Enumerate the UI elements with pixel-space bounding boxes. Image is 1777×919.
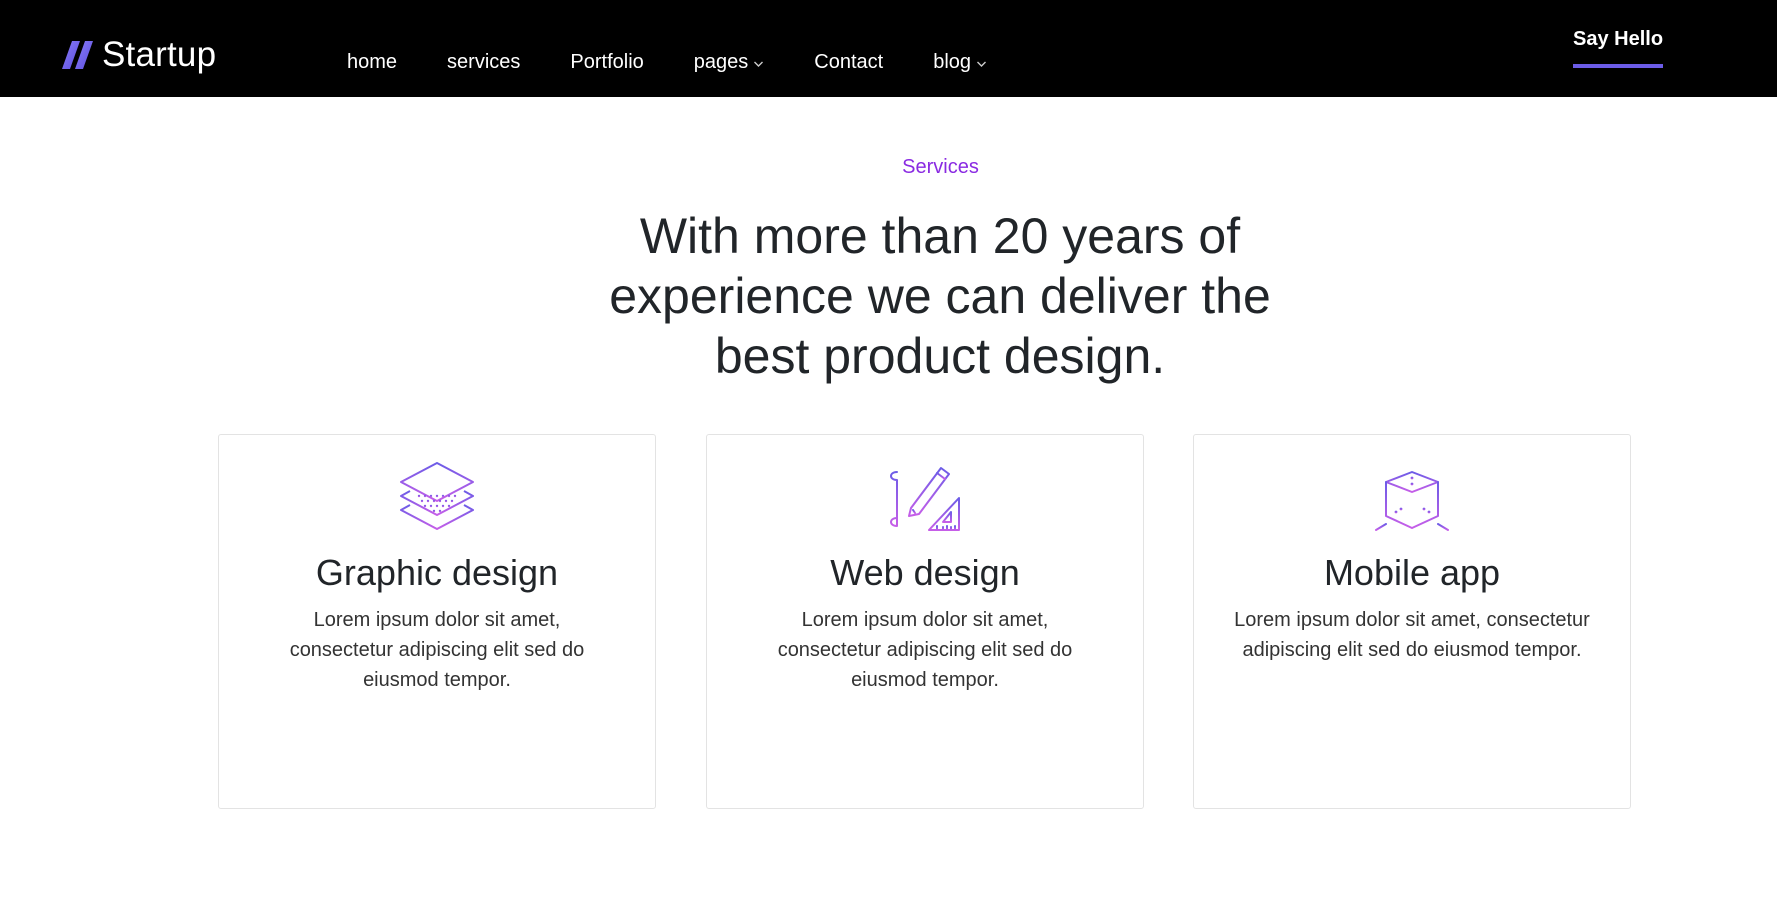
logo-text: Startup: [102, 35, 217, 74]
nav-item-blog[interactable]: blog: [933, 49, 987, 75]
site-logo[interactable]: Startup: [60, 35, 217, 74]
say-hello-button[interactable]: Say Hello: [1573, 26, 1664, 68]
section-eyebrow: Services: [902, 156, 979, 178]
nav-item-services[interactable]: services: [447, 49, 520, 75]
service-card-graphic-design: Graphic design Lorem ipsum dolor sit ame…: [218, 434, 656, 809]
nav-item-label: blog: [933, 51, 972, 73]
nav-item-label: services: [447, 51, 521, 73]
nav-item-label: pages: [693, 51, 749, 73]
section-title: With more than 20 years of experience we…: [609, 208, 1271, 384]
chevron-down-icon: [977, 61, 987, 67]
card-title: Web design: [830, 552, 1020, 593]
nav-item-pages[interactable]: pages: [694, 49, 765, 75]
main-nav: home services Portfolio pages Contact bl…: [347, 49, 987, 75]
nav-item-label: Portfolio: [570, 51, 644, 73]
card-text: Lorem ipsum dolor sit amet, consectetur …: [289, 609, 585, 691]
nav-item-portfolio[interactable]: Portfolio: [570, 49, 643, 75]
logo-icon: [62, 41, 93, 69]
nav-item-contact[interactable]: Contact: [814, 49, 883, 75]
nav-item-label: home: [347, 51, 398, 73]
nav-item-home[interactable]: home: [347, 49, 397, 75]
card-title: Mobile app: [1323, 552, 1501, 593]
service-card-web-design: Web design Lorem ipsum dolor sit amet, c…: [706, 434, 1144, 809]
layers-icon: [400, 462, 474, 530]
pencil-ruler-icon: [890, 467, 960, 531]
card-text: Lorem ipsum dolor sit amet, consectetur …: [1234, 609, 1590, 661]
service-card-mobile-app: Mobile app Lorem ipsum dolor sit amet, c…: [1193, 434, 1631, 809]
nav-item-label: Contact: [814, 51, 884, 73]
chevron-down-icon: [754, 61, 764, 67]
card-text: Lorem ipsum dolor sit amet, consectetur …: [777, 609, 1073, 691]
card-title: Graphic design: [315, 552, 559, 593]
cube-icon: [1375, 461, 1449, 531]
site-header: Startup home services Portfolio pages Co…: [0, 0, 1777, 97]
